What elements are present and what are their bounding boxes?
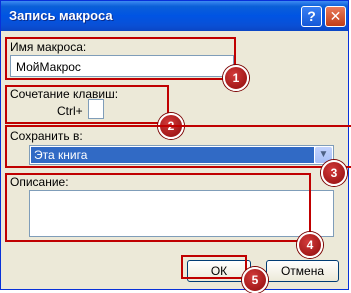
close-button[interactable]: ✕ [325,6,346,27]
annotation-marker: 1 [223,65,249,91]
record-macro-dialog: Запись макроса ? ✕ Имя макроса: МойМакро… [0,0,351,293]
annotation-box-shortcut [5,85,169,124]
cancel-button[interactable]: Отмена [266,260,339,282]
annotation-marker: 5 [242,267,268,293]
title-bar: Запись макроса ? ✕ [1,1,348,31]
annotation-box-macro-name [5,37,236,80]
annotation-box-store-in [5,125,351,168]
dialog-title: Запись макроса [9,8,113,23]
annotation-marker: 3 [321,160,347,186]
annotation-marker: 4 [297,232,323,258]
help-button[interactable]: ? [301,6,322,27]
annotation-box-description [5,173,311,242]
annotation-box-ok [181,255,247,279]
